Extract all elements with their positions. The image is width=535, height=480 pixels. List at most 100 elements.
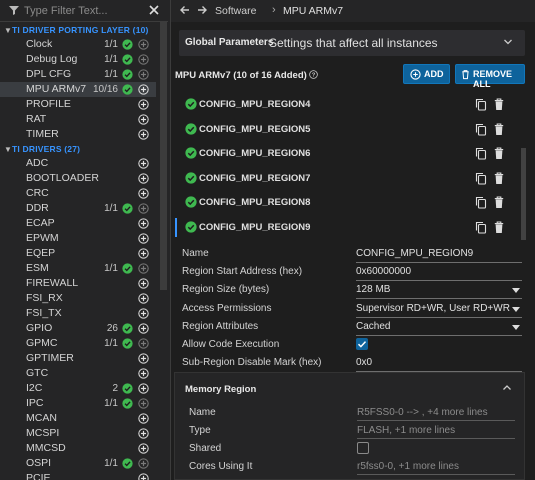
subregion-disable-field[interactable]: 0x0: [356, 356, 522, 372]
filter-input[interactable]: [24, 3, 142, 19]
sidebar-item[interactable]: GPIO 26: [0, 321, 156, 336]
sidebar-item[interactable]: MMCSD: [0, 441, 156, 456]
copy-icon[interactable]: [475, 196, 487, 209]
plus-circle-icon[interactable]: [138, 188, 149, 199]
plus-circle-icon[interactable]: [138, 293, 149, 304]
region-row[interactable]: CONFIG_MPU_REGION7: [175, 166, 515, 191]
region-row[interactable]: CONFIG_MPU_REGION9: [175, 215, 515, 240]
sidebar-item[interactable]: FSI_TX: [0, 306, 156, 321]
help-icon[interactable]: ?: [309, 70, 318, 79]
sidebar-item[interactable]: GPTIMER: [0, 351, 156, 366]
plus-circle-icon[interactable]: [138, 353, 149, 364]
plus-circle-icon[interactable]: [138, 308, 149, 319]
sidebar-item[interactable]: CRC: [0, 186, 156, 201]
sidebar-item[interactable]: DDR 1/1: [0, 201, 156, 216]
trash-icon[interactable]: [494, 147, 504, 160]
back-arrow-icon[interactable]: [179, 4, 191, 16]
sidebar-item[interactable]: RAT: [0, 112, 156, 127]
plus-circle-icon[interactable]: [138, 323, 149, 334]
sidebar-item[interactable]: DPL CFG 1/1: [0, 67, 156, 82]
plus-circle-icon[interactable]: [138, 368, 149, 379]
left-scrollbar[interactable]: [160, 22, 167, 290]
plus-circle-icon[interactable]: [138, 218, 149, 229]
sidebar-item[interactable]: FIREWALL: [0, 276, 156, 291]
sidebar-item[interactable]: EQEP: [0, 246, 156, 261]
plus-circle-icon[interactable]: [138, 129, 149, 140]
sidebar-item[interactable]: Clock 1/1: [0, 37, 156, 52]
sidebar-item[interactable]: ECAP: [0, 216, 156, 231]
region-list-scrollbar[interactable]: [521, 148, 526, 240]
plus-circle-icon[interactable]: [138, 54, 149, 65]
plus-circle-icon[interactable]: [138, 233, 149, 244]
add-button[interactable]: ADD: [403, 64, 450, 84]
copy-icon[interactable]: [475, 123, 487, 136]
sidebar-item[interactable]: TIMER: [0, 127, 156, 142]
sidebar-item[interactable]: GPMC 1/1: [0, 336, 156, 351]
trash-icon[interactable]: [494, 123, 504, 136]
plus-circle-icon[interactable]: [138, 173, 149, 184]
trash-icon[interactable]: [494, 172, 504, 185]
memory-shared-row: Shared: [189, 441, 524, 457]
global-parameters-bar[interactable]: Global Parameters Settings that affect a…: [179, 30, 525, 56]
plus-circle-icon[interactable]: [138, 383, 149, 394]
region-size-select[interactable]: 128 MB: [356, 283, 522, 299]
start-address-field[interactable]: 0x60000000: [356, 265, 522, 281]
trash-icon[interactable]: [494, 196, 504, 209]
sidebar-item[interactable]: PROFILE: [0, 97, 156, 112]
trash-icon[interactable]: [494, 221, 504, 234]
property-label: Name: [182, 248, 209, 259]
plus-circle-icon[interactable]: [138, 338, 149, 349]
plus-circle-icon[interactable]: [138, 69, 149, 80]
copy-icon[interactable]: [475, 221, 487, 234]
plus-circle-icon[interactable]: [138, 458, 149, 469]
sidebar-item[interactable]: MPU ARMv7 10/16: [0, 82, 156, 97]
plus-circle-icon[interactable]: [138, 203, 149, 214]
sidebar-item[interactable]: OSPI 1/1: [0, 456, 156, 471]
plus-circle-icon[interactable]: [138, 248, 149, 259]
remove-all-button[interactable]: REMOVE ALL: [455, 64, 525, 89]
sidebar-item[interactable]: PCIE: [0, 471, 156, 480]
trash-icon[interactable]: [494, 98, 504, 111]
sidebar-item[interactable]: MCSPI: [0, 426, 156, 441]
region-row[interactable]: CONFIG_MPU_REGION6: [175, 141, 515, 166]
name-field[interactable]: CONFIG_MPU_REGION9: [356, 247, 522, 263]
region-row[interactable]: CONFIG_MPU_REGION8: [175, 190, 515, 215]
plus-circle-icon[interactable]: [138, 39, 149, 50]
plus-circle-icon[interactable]: [138, 278, 149, 289]
breadcrumb-parent[interactable]: Software: [215, 5, 256, 17]
chevron-up-icon[interactable]: [502, 383, 512, 393]
close-icon[interactable]: [148, 4, 160, 16]
region-attributes-select[interactable]: Cached: [356, 320, 522, 336]
copy-icon[interactable]: [475, 147, 487, 160]
plus-circle-icon[interactable]: [138, 263, 149, 274]
region-row[interactable]: CONFIG_MPU_REGION4: [175, 92, 515, 117]
access-permissions-select[interactable]: Supervisor RD+WR, User RD+WR: [356, 302, 522, 318]
allow-code-execution-checkbox[interactable]: [356, 338, 368, 350]
sidebar-item[interactable]: ESM 1/1: [0, 261, 156, 276]
copy-icon[interactable]: [475, 98, 487, 111]
sidebar-item[interactable]: Debug Log 1/1: [0, 52, 156, 67]
sidebar-item[interactable]: FSI_RX: [0, 291, 156, 306]
memory-type-row: Type FLASH, +1 more lines: [189, 423, 524, 439]
plus-circle-icon[interactable]: [138, 84, 149, 95]
sidebar-item[interactable]: EPWM: [0, 231, 156, 246]
sidebar-item[interactable]: MCAN: [0, 411, 156, 426]
sidebar-item[interactable]: GTC: [0, 366, 156, 381]
plus-circle-icon[interactable]: [138, 99, 149, 110]
sidebar-item[interactable]: I2C 2: [0, 381, 156, 396]
plus-circle-icon[interactable]: [138, 398, 149, 409]
plus-circle-icon[interactable]: [138, 473, 149, 480]
plus-circle-icon[interactable]: [138, 443, 149, 454]
plus-circle-icon[interactable]: [138, 114, 149, 125]
plus-circle-icon[interactable]: [138, 428, 149, 439]
sidebar-item[interactable]: BOOTLOADER: [0, 171, 156, 186]
check-circle-icon: [185, 221, 197, 233]
sidebar-item[interactable]: IPC 1/1: [0, 396, 156, 411]
forward-arrow-icon[interactable]: [196, 4, 208, 16]
region-row[interactable]: CONFIG_MPU_REGION5: [175, 117, 515, 142]
section-title: TI DRIVERS (27): [12, 144, 81, 154]
copy-icon[interactable]: [475, 172, 487, 185]
plus-circle-icon[interactable]: [138, 413, 149, 424]
sidebar-item[interactable]: ADC: [0, 156, 156, 171]
plus-circle-icon[interactable]: [138, 158, 149, 169]
